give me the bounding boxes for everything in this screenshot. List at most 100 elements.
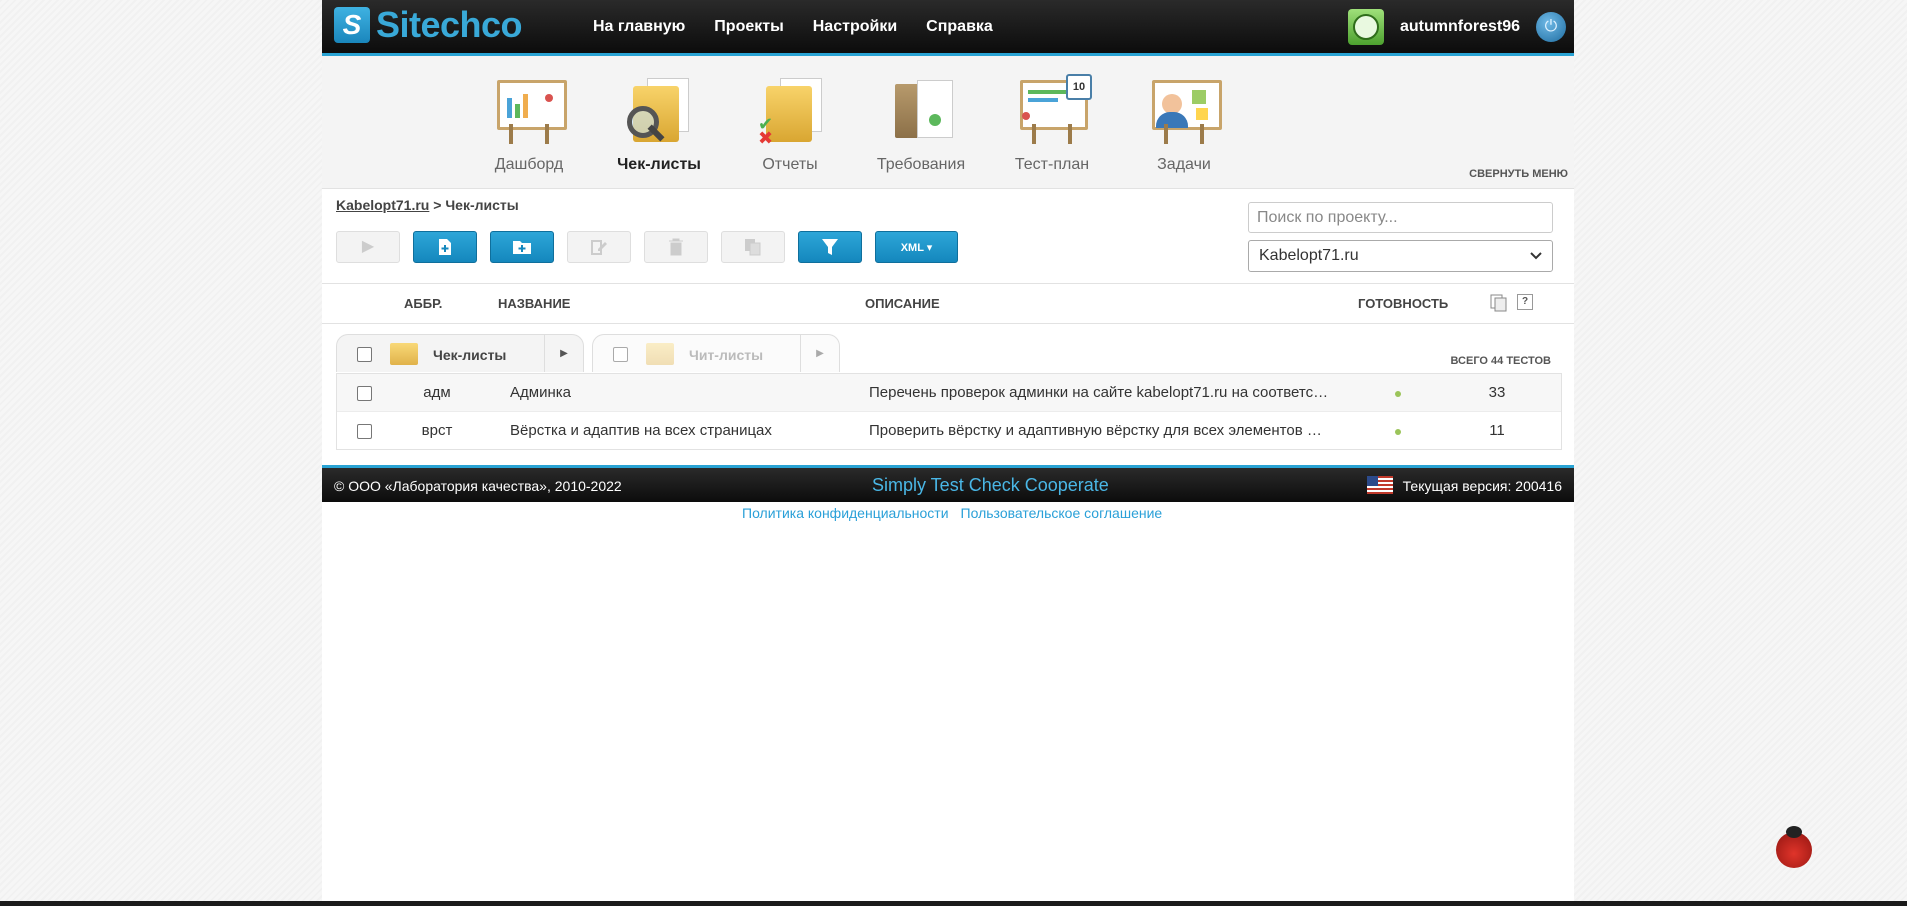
module-checklists[interactable]: Чек-листы <box>599 76 719 174</box>
copy-button[interactable] <box>721 231 785 263</box>
module-label: Дашборд <box>494 156 564 173</box>
tab-label: Чит-листы <box>689 347 764 363</box>
nav-home[interactable]: На главную <box>593 18 685 36</box>
module-toolbar: Дашборд Чек-листы ✔ ✖ Отчеты Требования … <box>322 56 1574 189</box>
bug-report-icon[interactable] <box>1776 826 1812 868</box>
expand-arrow-icon[interactable]: ▶ <box>800 335 839 372</box>
tab-cheatsheets[interactable]: Чит-листы ▶ <box>592 334 840 372</box>
filter-icon <box>822 239 838 255</box>
xml-menu-button[interactable]: XML ▾ <box>875 231 958 263</box>
user-agreement-link[interactable]: Пользовательское соглашение <box>961 505 1163 521</box>
action-toolbar: ▶ XML ▾ <box>336 231 971 263</box>
collapse-menu-link[interactable]: СВЕРНУТЬ МЕНЮ <box>1469 168 1568 180</box>
add-checklist-button[interactable] <box>413 231 477 263</box>
row-abbr: адм <box>423 384 451 401</box>
logo[interactable]: S Sitechco <box>334 4 523 45</box>
play-icon: ▶ <box>361 238 375 255</box>
requirements-icon <box>885 76 957 144</box>
chevron-down-icon <box>1530 252 1542 260</box>
version-info: Текущая версия: 200416 <box>1366 475 1562 494</box>
main-nav: На главную Проекты Настройки Справка <box>593 0 1022 53</box>
column-abbr[interactable]: АББР. <box>404 296 442 311</box>
checklists-icon <box>623 76 695 144</box>
power-icon[interactable]: ⏻ <box>1536 11 1566 42</box>
project-search-input[interactable] <box>1248 202 1553 233</box>
column-description[interactable]: ОПИСАНИЕ <box>865 296 940 311</box>
username[interactable]: autumnforest96 <box>1400 18 1520 36</box>
edit-button[interactable] <box>567 231 631 263</box>
tab-label: Чек-листы <box>433 347 507 363</box>
project-select-value: Kabelopt71.ru <box>1259 247 1359 264</box>
checklist-table: адм Админка Перечень проверок админки на… <box>336 373 1562 450</box>
copyright: © ООО «Лаборатория качества», 2010-2022 <box>334 478 622 494</box>
help-icon[interactable]: ? <box>1517 294 1533 310</box>
row-name[interactable]: Вёрстка и адаптив на всех страницах <box>510 422 772 439</box>
folder-icon <box>390 343 418 365</box>
readiness-dot <box>1395 391 1401 397</box>
logo-text: Sitechco <box>376 4 523 45</box>
folder-icon <box>646 343 674 365</box>
module-testplan[interactable]: 10 Тест-план <box>992 74 1112 174</box>
calendar-badge: 10 <box>1066 74 1092 100</box>
module-label: Тест-план <box>1014 156 1090 173</box>
readiness-dot <box>1395 429 1401 435</box>
row-name[interactable]: Админка <box>510 384 571 401</box>
add-folder-button[interactable] <box>490 231 554 263</box>
column-readiness[interactable]: ГОТОВНОСТЬ <box>1358 296 1448 311</box>
slogan: Simply Test Check Cooperate <box>872 475 1109 495</box>
module-label: Требования <box>876 156 966 173</box>
table-row[interactable]: врст Вёрстка и адаптив на всех страницах… <box>337 412 1561 449</box>
copy-columns-icon[interactable] <box>1490 294 1508 312</box>
delete-button[interactable] <box>644 231 708 263</box>
dashboard-icon <box>493 76 567 144</box>
column-name[interactable]: НАЗВАНИЕ <box>498 296 570 311</box>
project-select[interactable]: Kabelopt71.ru <box>1248 240 1553 272</box>
run-button[interactable]: ▶ <box>336 231 400 263</box>
add-folder-icon <box>513 241 531 254</box>
copy-icon <box>745 239 761 256</box>
breadcrumb-current: Чек-листы <box>445 197 519 213</box>
row-count: 33 <box>1488 384 1506 401</box>
language-flag-icon[interactable] <box>1366 475 1393 494</box>
module-requirements[interactable]: Требования <box>861 76 981 174</box>
page: S Sitechco На главную Проекты Настройки … <box>322 0 1574 901</box>
tab-checklists[interactable]: Чек-листы ▶ <box>336 334 584 372</box>
breadcrumb: Kabelopt71.ru > Чек-листы <box>336 197 519 213</box>
module-dashboard[interactable]: Дашборд <box>469 76 589 174</box>
nav-settings[interactable]: Настройки <box>813 18 897 36</box>
column-header: АББР. НАЗВАНИЕ ОПИСАНИЕ ГОТОВНОСТЬ ? <box>322 283 1574 324</box>
reports-icon: ✔ ✖ <box>754 76 826 148</box>
module-label: Задачи <box>1157 156 1211 173</box>
row-description: Перечень проверок админки на сайте kabel… <box>869 384 1329 401</box>
privacy-policy-link[interactable]: Политика конфиденциальности <box>742 505 949 521</box>
expand-arrow-icon[interactable]: ▶ <box>544 335 583 372</box>
add-file-icon <box>439 239 451 255</box>
user-area: autumnforest96 ⏻ <box>1347 0 1574 53</box>
module-reports[interactable]: ✔ ✖ Отчеты <box>730 76 850 174</box>
table-row[interactable]: адм Админка Перечень проверок админки на… <box>337 374 1561 412</box>
testplan-icon: 10 <box>1016 74 1092 144</box>
os-taskbar-strip <box>0 901 1907 906</box>
nav-projects[interactable]: Проекты <box>714 18 783 36</box>
tasks-icon <box>1148 76 1222 144</box>
trash-icon <box>669 238 683 256</box>
breadcrumb-separator: > <box>429 197 446 213</box>
row-count: 11 <box>1489 422 1505 439</box>
nav-help[interactable]: Справка <box>926 18 993 36</box>
tab-checkbox[interactable] <box>613 347 628 362</box>
breadcrumb-project-link[interactable]: Kabelopt71.ru <box>336 197 429 213</box>
row-checkbox[interactable] <box>357 386 372 401</box>
avatar[interactable] <box>1347 8 1384 45</box>
module-label: Отчеты <box>762 156 818 173</box>
version-text: Текущая версия: 200416 <box>1402 478 1562 494</box>
row-abbr: врст <box>421 422 453 439</box>
top-bar: S Sitechco На главную Проекты Настройки … <box>322 0 1574 56</box>
module-tasks[interactable]: Задачи <box>1124 76 1244 174</box>
edit-icon <box>591 240 607 255</box>
tab-checkbox[interactable] <box>357 347 372 362</box>
filter-button[interactable] <box>798 231 862 263</box>
row-checkbox[interactable] <box>357 424 372 439</box>
module-label: Чек-листы <box>617 156 701 173</box>
row-description: Проверить вёрстку и адаптивную вёрстку д… <box>869 422 1329 439</box>
logo-mark: S <box>334 7 370 43</box>
